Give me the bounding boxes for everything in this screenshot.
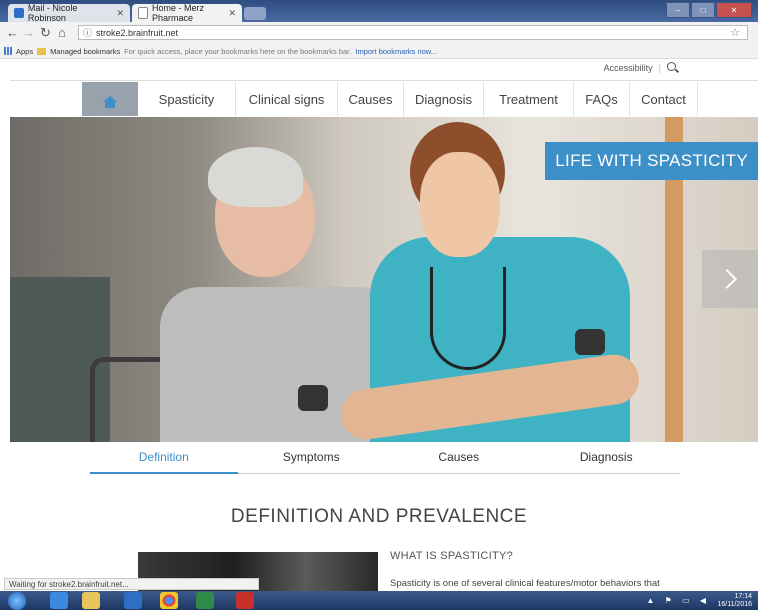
excel-icon[interactable]	[196, 592, 214, 609]
tab-symptoms[interactable]: Symptoms	[238, 447, 386, 473]
back-button[interactable]: ←	[6, 25, 19, 40]
search-icon[interactable]	[667, 62, 678, 73]
tab-causes[interactable]: Causes	[385, 447, 533, 473]
hero-photo-dumbbell	[298, 385, 328, 411]
nav-item-spasticity[interactable]: Spasticity	[138, 82, 236, 116]
utility-bar: Accessibility |	[604, 62, 678, 73]
hero-banner: LIFE WITH SPASTICITY	[10, 117, 758, 442]
chevron-right-icon	[717, 269, 737, 289]
window-controls: – □ ✕	[666, 2, 752, 18]
carousel-next-button[interactable]	[702, 250, 758, 308]
nav-item-clinical-signs[interactable]: Clinical signs	[236, 82, 338, 116]
section-tabs: Definition Symptoms Causes Diagnosis	[90, 447, 680, 474]
section-title: DEFINITION AND PREVALENCE	[230, 506, 528, 527]
tab-mail[interactable]: Mail - Nicole Robinson ✕	[8, 3, 130, 23]
hero-photo-nurse-face	[420, 152, 500, 257]
chrome-icon[interactable]	[160, 592, 178, 609]
nav-item-treatment[interactable]: Treatment	[484, 82, 574, 116]
tab-diagnosis[interactable]: Diagnosis	[533, 447, 681, 473]
bookmark-star-icon[interactable]: ☆	[730, 26, 740, 39]
page-icon	[138, 7, 148, 19]
tab-home-label: Home - Merz Pharmace	[152, 3, 205, 23]
article-body: Spasticity is one of several clinical fe…	[390, 578, 660, 589]
close-window-button[interactable]: ✕	[716, 2, 752, 18]
home-icon	[103, 96, 117, 108]
windows-taskbar: ▲ ⚑ ▭ ◀ 17:14 16/11/2016	[0, 591, 758, 610]
minimize-button[interactable]: –	[666, 2, 690, 18]
tab-mail-label: Mail - Nicole Robinson	[27, 3, 78, 23]
main-nav: Spasticity Clinical signs Causes Diagnos…	[82, 82, 698, 116]
managed-bookmarks-link[interactable]: Managed bookmarks	[50, 47, 120, 56]
nav-item-causes[interactable]: Causes	[338, 82, 404, 116]
folder-icon	[37, 47, 47, 55]
browser-status: Waiting for stroke2.brainfruit.net...	[4, 578, 259, 590]
apps-link[interactable]: Apps	[16, 47, 33, 56]
maximize-button[interactable]: □	[691, 2, 715, 18]
forward-button[interactable]: →	[22, 25, 35, 40]
apps-icon	[4, 47, 12, 55]
close-tab-icon[interactable]: ✕	[228, 8, 236, 19]
tray-icons[interactable]: ▲ ⚑ ▭ ◀	[647, 596, 710, 605]
nav-item-diagnosis[interactable]: Diagnosis	[404, 82, 484, 116]
address-bar[interactable]: ⓘ stroke2.brainfruit.net	[78, 25, 748, 40]
import-bookmarks-link[interactable]: Import bookmarks now...	[355, 47, 437, 56]
hero-title: LIFE WITH SPASTICITY	[545, 142, 758, 180]
home-button[interactable]: ⌂	[58, 25, 66, 40]
new-tab-button[interactable]	[244, 7, 266, 20]
tab-home[interactable]: Home - Merz Pharmace ✕	[132, 3, 242, 23]
clock-time: 17:14	[734, 593, 752, 600]
hero-photo-walker	[90, 357, 165, 442]
accessibility-link[interactable]: Accessibility	[604, 63, 653, 73]
nav-home[interactable]	[82, 82, 138, 116]
ie-icon[interactable]	[50, 592, 68, 609]
divider	[10, 80, 758, 81]
acrobat-icon[interactable]	[236, 592, 254, 609]
close-tab-icon[interactable]: ✕	[116, 8, 124, 19]
hero-photo-patient-hair	[208, 147, 303, 207]
mail-icon	[14, 8, 24, 18]
tab-definition[interactable]: Definition	[90, 447, 238, 474]
explorer-icon[interactable]	[82, 592, 100, 609]
start-button[interactable]	[8, 592, 26, 610]
browser-tabstrip: Mail - Nicole Robinson ✕ Home - Merz Pha…	[0, 0, 758, 23]
outlook-icon[interactable]	[124, 592, 142, 609]
divider: |	[658, 62, 661, 73]
clock-date: 16/11/2016	[717, 601, 752, 608]
reload-button[interactable]: ↻	[40, 25, 51, 41]
hero-photo-stethoscope	[430, 267, 506, 370]
system-clock[interactable]: 17:14 16/11/2016	[717, 593, 752, 609]
hero-photo-dumbbell	[575, 329, 605, 355]
bookmarks-hint: For quick access, place your bookmarks h…	[124, 46, 352, 56]
nav-item-faqs[interactable]: FAQs	[574, 82, 630, 116]
browser-toolbar: ← → ↻ ⌂ ⓘ stroke2.brainfruit.net ☆	[0, 22, 758, 45]
url-text: stroke2.brainfruit.net	[96, 27, 179, 38]
info-icon[interactable]: ⓘ	[83, 26, 92, 39]
bookmarks-bar: Apps Managed bookmarks For quick access,…	[0, 44, 758, 59]
article-subheading: WHAT IS SPASTICITY?	[390, 550, 514, 562]
nav-item-contact[interactable]: Contact	[630, 82, 698, 116]
